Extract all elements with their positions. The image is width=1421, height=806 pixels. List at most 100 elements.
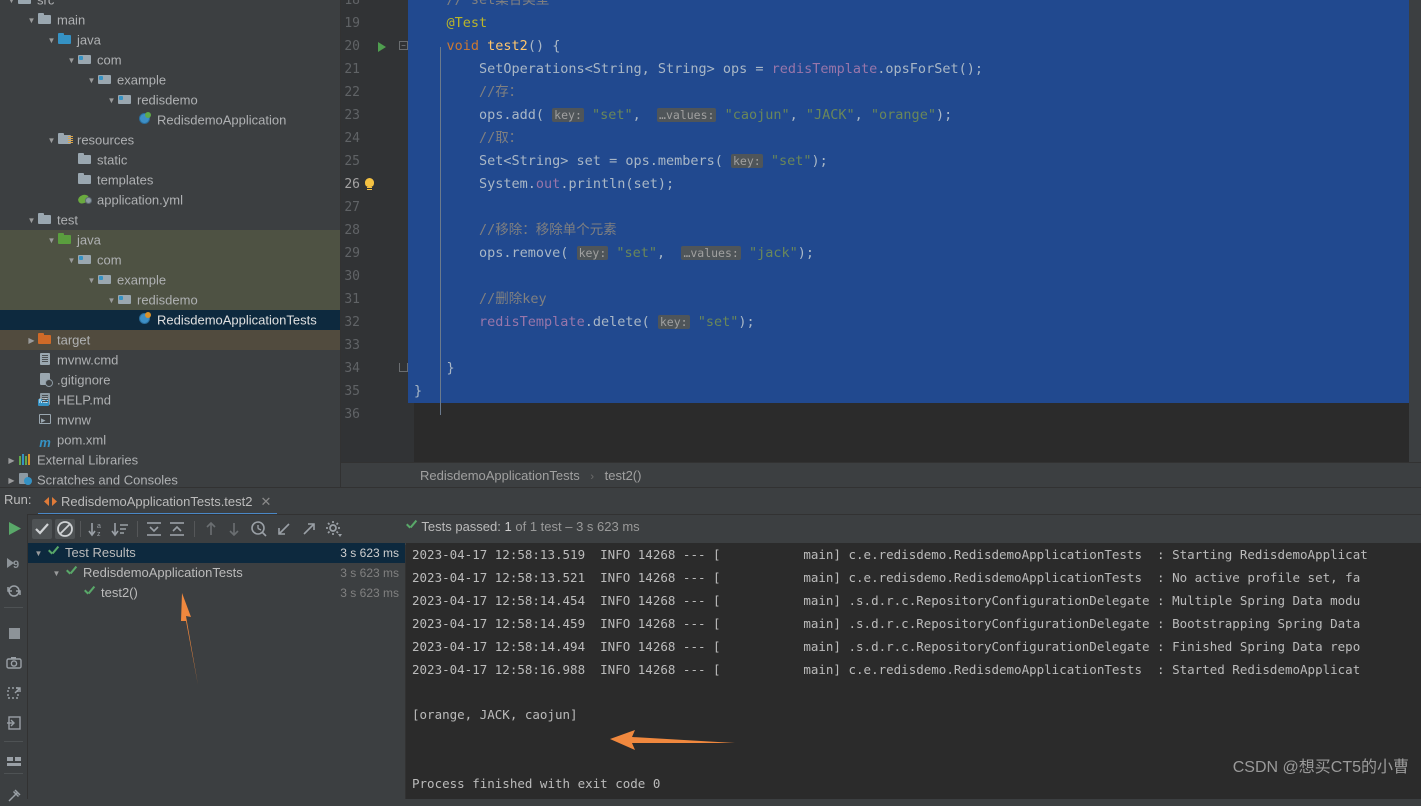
chevron-down-icon[interactable]: ▼ [86, 271, 97, 291]
chevron-right-icon[interactable]: ▶ [26, 331, 37, 351]
tests-passed-status: Tests passed: 1 of 1 test – 3 s 623 ms [406, 517, 639, 537]
sort-by-duration-icon[interactable] [110, 519, 130, 539]
import-tests-icon[interactable] [274, 519, 294, 539]
run-test-gutter-icon[interactable] [378, 42, 386, 52]
exit-icon[interactable] [6, 715, 22, 731]
screenshot-icon[interactable] [6, 655, 22, 671]
tree-row[interactable]: RedisdemoApplication [0, 110, 340, 130]
settings-icon[interactable] [324, 519, 344, 539]
chevron-down-icon[interactable]: ▼ [51, 564, 62, 584]
run-toolbar[interactable]: az [10, 515, 1421, 543]
tree-row[interactable]: ▼ com [0, 250, 340, 270]
package-icon [77, 51, 93, 67]
tree-row-label: mvnw.cmd [57, 352, 119, 368]
tree-row[interactable]: ▼ main [0, 10, 340, 30]
code-editor[interactable]: 18 19 20 21 22 23 24 25 26 27 28 29 30 31 32 33 34 35 36− … [340, 0, 1421, 462]
project-tree-panel[interactable]: ▼ src ▼ main ▼ java ▼ com ▼ example ▼ redisdemo Redi… [0, 0, 340, 488]
chevron-down-icon[interactable]: ▼ [26, 211, 37, 231]
console-program-output: [orange, JACK, caojun] [412, 707, 578, 722]
tree-row[interactable]: .gitignore [0, 370, 340, 390]
tree-row[interactable]: ▼ redisdemo [0, 90, 340, 110]
line-number: 26 [344, 177, 360, 192]
rerun-failed-icon[interactable] [6, 685, 22, 701]
chevron-down-icon[interactable]: ▼ [46, 131, 57, 151]
tree-row[interactable]: static [0, 150, 340, 170]
tree-row[interactable]: ▶ External Libraries [0, 450, 340, 470]
tree-row[interactable]: ▶ target [0, 330, 340, 350]
chevron-down-icon[interactable]: ▼ [33, 544, 44, 564]
expand-all-icon[interactable] [144, 519, 164, 539]
chevron-down-icon[interactable]: ▼ [106, 91, 117, 111]
tree-row[interactable]: ▶ Scratches and Consoles [0, 470, 340, 488]
tree-row[interactable]: ▼ java [0, 30, 340, 50]
editor-gutter[interactable]: 18 19 20 21 22 23 24 25 26 27 28 29 30 31 32 33 34 35 36 − [340, 0, 408, 462]
code-token: "JACK" [805, 107, 855, 123]
svg-text:a: a [97, 523, 101, 530]
breadcrumb-item-class[interactable]: RedisdemoApplicationTests [420, 468, 580, 483]
code-token: ); [797, 245, 815, 261]
code-token: ); [738, 314, 755, 330]
breadcrumb[interactable]: RedisdemoApplicationTests › test2() [340, 462, 1421, 488]
editor-code-area[interactable]: // set集合类型 @Test void test2() { SetOpera… [365, 0, 1421, 462]
tree-row[interactable]: MD HELP.md [0, 390, 340, 410]
show-passed-tests-icon[interactable] [32, 519, 52, 539]
line-number: 25 [344, 154, 360, 169]
tree-row[interactable]: RedisdemoApplicationTests [0, 310, 340, 330]
test-results-tree[interactable]: ▼ Test Results 3 s 623 ms ▼ RedisdemoApplica… [27, 543, 405, 799]
code-line: //存： [414, 81, 1421, 104]
run-tab[interactable]: RedisdemoApplicationTests.test2 ✕ [38, 490, 278, 515]
chevron-down-icon[interactable]: ▼ [106, 291, 117, 311]
debug-icon[interactable]: 9 [6, 555, 22, 571]
rerun-tests-icon[interactable] [6, 583, 22, 599]
close-icon[interactable]: ✕ [261, 494, 272, 509]
tree-row[interactable]: ▼ resources [0, 130, 340, 150]
stop-icon[interactable] [6, 625, 22, 641]
tree-row[interactable]: templates [0, 170, 340, 190]
tree-row[interactable]: ▼ com [0, 50, 340, 70]
editor-scrollbar[interactable] [1409, 0, 1421, 462]
chevron-down-icon[interactable]: ▼ [66, 51, 77, 71]
collapse-all-icon[interactable] [167, 519, 187, 539]
sort-alphabetically-icon[interactable]: az [87, 519, 107, 539]
test-tree-row[interactable]: test2() 3 s 623 ms [27, 583, 405, 603]
test-tree-row[interactable]: ▼ RedisdemoApplicationTests 3 s 623 ms [27, 563, 405, 583]
chevron-right-icon[interactable]: ▶ [6, 471, 17, 488]
breadcrumb-item-method[interactable]: test2() [605, 468, 642, 483]
tree-row[interactable]: mvnw.cmd [0, 350, 340, 370]
tree-row[interactable]: ▼ src [0, 0, 340, 10]
chevron-down-icon[interactable]: ▼ [26, 11, 37, 31]
chevron-down-icon[interactable]: ▼ [6, 0, 17, 11]
package-icon [117, 91, 133, 107]
tree-row[interactable]: ▼ redisdemo [0, 290, 340, 310]
chevron-down-icon[interactable]: ▼ [86, 71, 97, 91]
tree-row[interactable]: ▼ example [0, 270, 340, 290]
tree-row[interactable]: ▼ java [0, 230, 340, 250]
fold-collapse-icon[interactable]: − [399, 41, 408, 50]
tree-row[interactable]: m pom.xml [0, 430, 340, 450]
export-tests-icon[interactable] [299, 519, 319, 539]
chevron-down-icon[interactable]: ▼ [46, 31, 57, 51]
line-number: 21 [344, 62, 360, 77]
hide-ignored-tests-icon[interactable] [55, 519, 75, 539]
tree-row[interactable]: ▼ test [0, 210, 340, 230]
tree-row[interactable]: application.yml [0, 190, 340, 210]
run-side-toolbar[interactable]: 9 [0, 515, 28, 802]
fold-end-icon[interactable] [399, 363, 408, 372]
tree-row-label: static [97, 152, 128, 168]
previous-failed-test-icon[interactable] [201, 519, 221, 539]
chevron-right-icon[interactable]: ▶ [6, 451, 17, 471]
tree-row[interactable]: mvnw [0, 410, 340, 430]
run-icon[interactable] [6, 520, 22, 536]
tree-row[interactable]: ▼ example [0, 70, 340, 90]
test-history-icon[interactable] [249, 519, 269, 539]
chevron-down-icon[interactable]: ▼ [66, 251, 77, 271]
intention-bulb-icon[interactable] [365, 178, 374, 188]
next-failed-test-icon[interactable] [224, 519, 244, 539]
chevron-down-icon[interactable]: ▼ [46, 231, 57, 251]
line-number: 18 [344, 0, 360, 8]
layout-icon[interactable] [6, 753, 22, 769]
test-tree-row[interactable]: ▼ Test Results 3 s 623 ms [27, 543, 405, 563]
pin-icon[interactable] [6, 787, 22, 803]
